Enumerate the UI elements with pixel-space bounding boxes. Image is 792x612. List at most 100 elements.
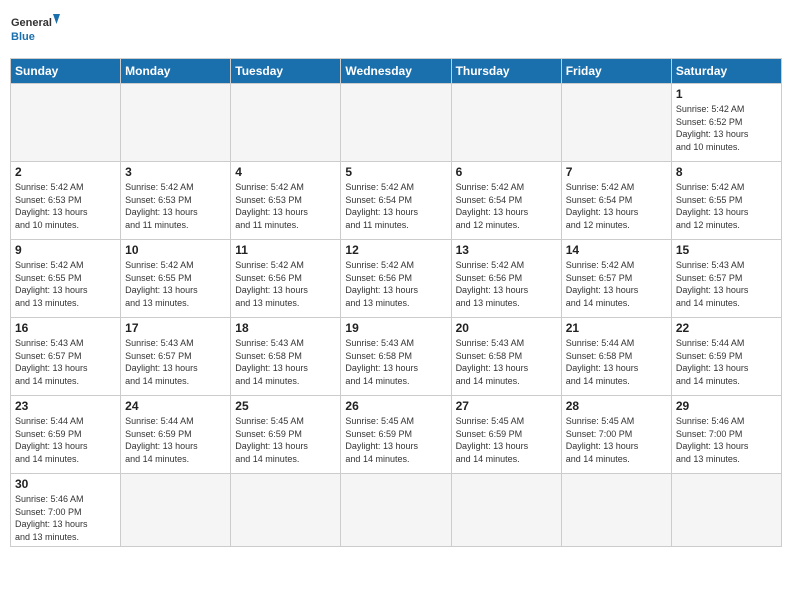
day-info: Sunrise: 5:42 AM Sunset: 6:55 PM Dayligh…: [15, 259, 116, 309]
day-header-thursday: Thursday: [451, 59, 561, 84]
calendar-cell: 20Sunrise: 5:43 AM Sunset: 6:58 PM Dayli…: [451, 318, 561, 396]
day-number: 10: [125, 243, 226, 257]
day-header-monday: Monday: [121, 59, 231, 84]
day-info: Sunrise: 5:45 AM Sunset: 6:59 PM Dayligh…: [235, 415, 336, 465]
calendar-table: SundayMondayTuesdayWednesdayThursdayFrid…: [10, 58, 782, 547]
day-number: 17: [125, 321, 226, 335]
day-number: 6: [456, 165, 557, 179]
day-info: Sunrise: 5:46 AM Sunset: 7:00 PM Dayligh…: [676, 415, 777, 465]
day-number: 12: [345, 243, 446, 257]
calendar-cell: 4 Sunrise: 5:42 AM Sunset: 6:53 PM Daylig…: [231, 162, 341, 240]
day-info: Sunrise: 5:45 AM Sunset: 7:00 PM Dayligh…: [566, 415, 667, 465]
day-info: Sunrise: 5:44 AM Sunset: 6:59 PM Dayligh…: [15, 415, 116, 465]
calendar-cell: [341, 474, 451, 547]
day-number: 11: [235, 243, 336, 257]
day-header-sunday: Sunday: [11, 59, 121, 84]
day-info: Sunrise: 5:43 AM Sunset: 6:58 PM Dayligh…: [235, 337, 336, 387]
calendar-cell: [231, 474, 341, 547]
calendar-cell: 30 Sunrise: 5:46 AM Sunset: 7:00 PM Dayli…: [11, 474, 121, 547]
day-header-saturday: Saturday: [671, 59, 781, 84]
calendar-cell: [671, 474, 781, 547]
calendar-cell: 22 Sunrise: 5:44 AM Sunset: 6:59 PM Dayli…: [671, 318, 781, 396]
svg-text:Blue: Blue: [11, 31, 35, 43]
calendar-cell: 11 Sunrise: 5:42 AM Sunset: 6:56 PM Dayli…: [231, 240, 341, 318]
day-info: Sunrise: 5:42 AM Sunset: 6:54 PM Dayligh…: [345, 181, 446, 231]
calendar-cell: [451, 474, 561, 547]
calendar-cell: [561, 474, 671, 547]
day-number: 21: [566, 321, 667, 335]
calendar-cell: 16 Sunrise: 5:43 AM Sunset: 6:57 PM Dayli…: [11, 318, 121, 396]
calendar-cell: [121, 474, 231, 547]
calendar-cell: 24 Sunrise: 5:44 AM Sunset: 6:59 PM Dayli…: [121, 396, 231, 474]
day-number: 30: [15, 477, 116, 491]
day-info: Sunrise: 5:45 AM Sunset: 6:59 PM Dayligh…: [456, 415, 557, 465]
day-number: 7: [566, 165, 667, 179]
day-info: Sunrise: 5:42 AM Sunset: 6:57 PM Dayligh…: [566, 259, 667, 309]
day-number: 16: [15, 321, 116, 335]
calendar-cell: 3 Sunrise: 5:42 AM Sunset: 6:53 PM Daylig…: [121, 162, 231, 240]
day-info: Sunrise: 5:42 AM Sunset: 6:56 PM Dayligh…: [235, 259, 336, 309]
day-info: Sunrise: 5:42 AM Sunset: 6:52 PM Dayligh…: [676, 103, 777, 153]
calendar-cell: [231, 84, 341, 162]
day-info: Sunrise: 5:45 AM Sunset: 6:59 PM Dayligh…: [345, 415, 446, 465]
calendar-cell: 1 Sunrise: 5:42 AM Sunset: 6:52 PM Daylig…: [671, 84, 781, 162]
logo-svg: General Blue: [10, 10, 60, 50]
day-info: Sunrise: 5:42 AM Sunset: 6:56 PM Dayligh…: [456, 259, 557, 309]
day-info: Sunrise: 5:44 AM Sunset: 6:59 PM Dayligh…: [125, 415, 226, 465]
logo: General Blue: [10, 10, 60, 50]
day-info: Sunrise: 5:46 AM Sunset: 7:00 PM Dayligh…: [15, 493, 116, 543]
day-info: Sunrise: 5:43 AM Sunset: 6:57 PM Dayligh…: [125, 337, 226, 387]
day-info: Sunrise: 5:42 AM Sunset: 6:53 PM Dayligh…: [125, 181, 226, 231]
day-number: 24: [125, 399, 226, 413]
day-info: Sunrise: 5:42 AM Sunset: 6:53 PM Dayligh…: [235, 181, 336, 231]
calendar-cell: 19 Sunrise: 5:43 AM Sunset: 6:58 PM Dayli…: [341, 318, 451, 396]
day-info: Sunrise: 5:44 AM Sunset: 6:58 PM Dayligh…: [566, 337, 667, 387]
calendar-cell: 10 Sunrise: 5:42 AM Sunset: 6:55 PM Dayli…: [121, 240, 231, 318]
calendar-cell: 6Sunrise: 5:42 AM Sunset: 6:54 PM Daylig…: [451, 162, 561, 240]
calendar-cell: 29Sunrise: 5:46 AM Sunset: 7:00 PM Dayli…: [671, 396, 781, 474]
day-info: Sunrise: 5:42 AM Sunset: 6:53 PM Dayligh…: [15, 181, 116, 231]
day-number: 4: [235, 165, 336, 179]
day-number: 3: [125, 165, 226, 179]
day-number: 23: [15, 399, 116, 413]
day-info: Sunrise: 5:44 AM Sunset: 6:59 PM Dayligh…: [676, 337, 777, 387]
calendar-cell: 27 Sunrise: 5:45 AM Sunset: 6:59 PM Dayli…: [451, 396, 561, 474]
day-number: 15: [676, 243, 777, 257]
calendar-cell: 18 Sunrise: 5:43 AM Sunset: 6:58 PM Dayli…: [231, 318, 341, 396]
day-number: 27: [456, 399, 557, 413]
calendar-cell: [11, 84, 121, 162]
day-info: Sunrise: 5:42 AM Sunset: 6:56 PM Dayligh…: [345, 259, 446, 309]
day-header-wednesday: Wednesday: [341, 59, 451, 84]
day-number: 22: [676, 321, 777, 335]
day-number: 5: [345, 165, 446, 179]
svg-text:General: General: [11, 17, 52, 29]
calendar-cell: 15Sunrise: 5:43 AM Sunset: 6:57 PM Dayli…: [671, 240, 781, 318]
day-number: 28: [566, 399, 667, 413]
calendar-cell: [451, 84, 561, 162]
day-number: 25: [235, 399, 336, 413]
day-number: 26: [345, 399, 446, 413]
calendar-cell: 28 Sunrise: 5:45 AM Sunset: 7:00 PM Dayli…: [561, 396, 671, 474]
calendar-cell: 25 Sunrise: 5:45 AM Sunset: 6:59 PM Dayli…: [231, 396, 341, 474]
day-header-tuesday: Tuesday: [231, 59, 341, 84]
header: General Blue: [10, 10, 782, 50]
calendar-cell: 21 Sunrise: 5:44 AM Sunset: 6:58 PM Dayli…: [561, 318, 671, 396]
day-info: Sunrise: 5:43 AM Sunset: 6:57 PM Dayligh…: [15, 337, 116, 387]
day-number: 13: [456, 243, 557, 257]
day-info: Sunrise: 5:43 AM Sunset: 6:58 PM Dayligh…: [345, 337, 446, 387]
day-info: Sunrise: 5:42 AM Sunset: 6:54 PM Dayligh…: [566, 181, 667, 231]
calendar-cell: 23 Sunrise: 5:44 AM Sunset: 6:59 PM Dayli…: [11, 396, 121, 474]
calendar-cell: 17 Sunrise: 5:43 AM Sunset: 6:57 PM Dayli…: [121, 318, 231, 396]
day-number: 18: [235, 321, 336, 335]
day-number: 9: [15, 243, 116, 257]
day-number: 19: [345, 321, 446, 335]
calendar-cell: 5 Sunrise: 5:42 AM Sunset: 6:54 PM Daylig…: [341, 162, 451, 240]
calendar-cell: 7 Sunrise: 5:42 AM Sunset: 6:54 PM Daylig…: [561, 162, 671, 240]
day-info: Sunrise: 5:42 AM Sunset: 6:55 PM Dayligh…: [125, 259, 226, 309]
calendar-cell: [341, 84, 451, 162]
calendar-cell: 13 Sunrise: 5:42 AM Sunset: 6:56 PM Dayli…: [451, 240, 561, 318]
calendar-cell: [121, 84, 231, 162]
day-number: 1: [676, 87, 777, 101]
calendar-cell: 12 Sunrise: 5:42 AM Sunset: 6:56 PM Dayli…: [341, 240, 451, 318]
day-number: 8: [676, 165, 777, 179]
